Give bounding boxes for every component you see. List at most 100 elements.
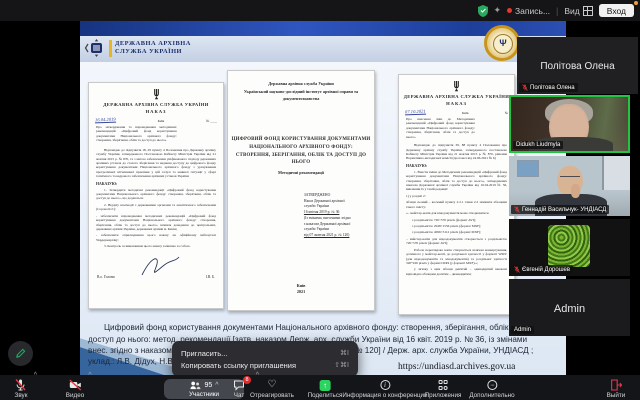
more-button[interactable]: ··· Дополнительно xyxy=(469,379,514,399)
shared-screen: ДЕРЖАВНА АРХІВНА СЛУЖБА УКРАЇНИ Ψ ДЕРЖАВ… xyxy=(80,21,566,375)
doc-item: з роздільністю 4096×3112 pixels (формат … xyxy=(406,230,507,234)
more-ellipsis-icon: ··· xyxy=(487,379,497,391)
audio-button[interactable]: ^ Звук xyxy=(15,379,28,399)
view-menu[interactable]: Вид xyxy=(564,6,592,16)
participant-tile-active-speaker[interactable]: Didukh Liudmyla xyxy=(509,95,630,153)
leave-meeting-button[interactable]: Выйти xyxy=(607,379,626,399)
document-page-order-2021: ДЕРЖАВНА АРХІВНА СЛУЖБА УКРАЇНИ НАКАЗ 07… xyxy=(398,74,515,315)
muted-mic-icon xyxy=(514,206,520,213)
participants-count-badge: 95 xyxy=(204,382,212,389)
approval-block: ЗАТВЕРДЖЕНО Наказ Державної архівної слу… xyxy=(304,193,351,239)
participants-button[interactable]: 95 ^ Участники xyxy=(164,379,244,399)
share-screen-button[interactable]: ↑ Поделиться xyxy=(308,379,343,399)
participant-name-label: Геннадій Васильчук- УНДІАСД xyxy=(511,205,609,214)
muted-mic-icon xyxy=(522,84,528,91)
pencil-icon xyxy=(15,348,26,359)
info-icon: i xyxy=(380,379,390,391)
doc-number: № ____ xyxy=(206,119,217,123)
publication-year: 2021 xyxy=(228,289,374,296)
annotate-button[interactable] xyxy=(8,341,33,366)
signature-position: В.о. Голови xyxy=(97,275,115,279)
shortcut-hint: ⌘I xyxy=(340,349,349,357)
doc-item: - забезпечити оприлюднення цього наказу … xyxy=(96,233,216,242)
official-seal-icon: Ψ xyxy=(484,25,520,61)
gold-accent-bar xyxy=(109,40,112,57)
website-url: https://undiasd.archives.gov.ua xyxy=(398,362,515,372)
doc-main-title: НАЦІОНАЛЬНОГО АРХІВНОГО ФОНДУ: xyxy=(228,144,374,152)
muted-camera-icon: ^ xyxy=(69,379,82,391)
participant-tile[interactable]: Admin Admin xyxy=(509,279,630,336)
doc-item: «– майстер-копія для кінодокументів може… xyxy=(406,211,507,215)
sparkle-icon: ✦ xyxy=(494,5,502,16)
participant-name-label: Admin xyxy=(511,326,534,334)
chevron-up-icon[interactable]: ^ xyxy=(256,372,259,379)
doc-item: - забезпечити впровадження методичних ре… xyxy=(96,214,216,232)
doc-main-title: СТВОРЕННЯ, ЗБЕРІГАННЯ, ОБЛІК ТА ДОСТУП Д… xyxy=(228,152,374,168)
doc-city: Київ xyxy=(462,111,469,115)
leave-icon xyxy=(610,379,623,391)
doc-item: 1. Внести зміни до Методичних рекомендац… xyxy=(406,170,507,192)
doc-item: з роздільністю 720×576 pixels (формат AV… xyxy=(406,218,507,222)
shortcut-hint: ⇧⌘I xyxy=(334,361,349,369)
recording-indicator[interactable]: Запись... xyxy=(507,6,550,16)
menu-item-copy-invite-link[interactable]: Копировать ссылку приглашения ⇧⌘I xyxy=(172,361,358,370)
participant-name-label: Політова Олена xyxy=(519,83,578,92)
encryption-shield-icon xyxy=(478,5,488,17)
org-name: ДЕРЖАВНА АРХІВНА СЛУЖБА УКРАЇНИ xyxy=(115,40,191,56)
record-dot-icon xyxy=(507,8,512,13)
recording-label: Запись... xyxy=(515,6,550,16)
chevron-up-icon[interactable]: ^ xyxy=(215,382,218,389)
doc-number: № xyxy=(505,111,508,115)
document-page-order-2019: ДЕРЖАВНА АРХІВНА СЛУЖБА УКРАЇНИ НАКАЗ 16… xyxy=(88,82,224,309)
doc-paragraph: Відповідно до підпунктів 39, 88 пункту 4… xyxy=(406,143,507,161)
apps-button[interactable]: Приложения xyxy=(425,379,462,399)
doc-item: у зв'язку з цим абзаци дев'ятий – одинад… xyxy=(406,267,507,276)
participant-name-label: Євгеній Дорошев xyxy=(511,265,573,274)
meeting-toolbar: ^ Звук ^ Видео 95 ^ Участники xyxy=(0,375,640,400)
participants-icon xyxy=(189,380,201,391)
video-button[interactable]: ^ Видео xyxy=(66,379,84,399)
doc-item: 3. Контроль за виконанням цього наказу з… xyxy=(96,244,216,248)
participant-tile[interactable]: Геннадій Васильчук- УНДІАСД xyxy=(509,156,630,216)
react-button[interactable]: ♡ Отреагировать xyxy=(250,379,294,399)
doc-item: 1. Затвердити методичні рекомендації «Ци… xyxy=(96,188,216,201)
signature-initials: І.В. Б. xyxy=(206,275,215,279)
doc-item: абзаци сьомий – восьмий пункту 2.2.1 гла… xyxy=(406,200,507,209)
doc-title: НАКАЗ xyxy=(91,109,221,114)
share-screen-icon: ↑ xyxy=(320,379,331,391)
handwritten-date: 07.10.2021 xyxy=(405,109,426,116)
meeting-info-button[interactable]: i Информация о конференции xyxy=(342,379,427,399)
handwritten-date: 16.04.2019 xyxy=(95,117,116,124)
doc-item: 2. Відділу взаємодії з державними органа… xyxy=(96,203,216,212)
muted-mic-icon xyxy=(514,266,520,273)
participant-display-name: Admin xyxy=(509,303,630,315)
doc-subject: Про затвердження та впровадження методич… xyxy=(96,125,177,143)
doc-org-heading: ДЕРЖАВНА АРХІВНА СЛУЖБА УКРАЇНИ xyxy=(91,102,221,107)
doc-main-title: ЦИФРОВИЙ ФОНД КОРИСТУВАННЯ ДОКУМЕНТАМИ xyxy=(228,136,374,144)
doc-order-heading: НАКАЗУЮ: xyxy=(96,182,216,186)
chevron-up-icon[interactable]: ^ xyxy=(34,372,37,379)
participant-display-name: Політова Олена xyxy=(517,61,638,72)
menubar-divider: | xyxy=(556,6,558,16)
muted-mic-icon: ^ xyxy=(15,379,27,391)
chevron-up-icon[interactable]: ^ xyxy=(88,372,91,379)
doc-item: 1) у розділі 2: xyxy=(406,194,507,198)
chat-button[interactable]: 8 ^ Чат xyxy=(233,379,245,399)
chat-icon: 8 ^ xyxy=(233,379,245,391)
zoom-meeting-window: { "menubar": { "recording": "Запись...",… xyxy=(0,0,640,400)
participant-tile[interactable]: Євгеній Дорошев xyxy=(509,219,630,276)
doc-item: з роздільністю 2048×1556 pixels (формат … xyxy=(406,224,507,228)
trident-emblem-icon xyxy=(452,81,461,92)
handwritten-signature xyxy=(139,255,181,279)
system-menubar: ✦ Запись... | Вид Вход xyxy=(0,0,640,21)
doc-subtitle: Методичні рекомендації xyxy=(228,170,374,175)
publication-city: Київ xyxy=(228,283,374,290)
trident-emblem-icon xyxy=(152,89,161,100)
doc-subject: Про внесення змін до Методичних рекоменд… xyxy=(406,117,475,139)
heart-icon: ♡ xyxy=(268,379,277,391)
invite-popup-menu: Пригласить... ⌘I Копировать ссылку пригл… xyxy=(172,341,358,377)
apps-icon xyxy=(438,379,448,391)
menu-item-invite[interactable]: Пригласить... ⌘I xyxy=(172,349,358,358)
participant-tile[interactable]: Політова Олена Політова Олена xyxy=(517,37,638,94)
login-button[interactable]: Вход xyxy=(599,4,634,17)
